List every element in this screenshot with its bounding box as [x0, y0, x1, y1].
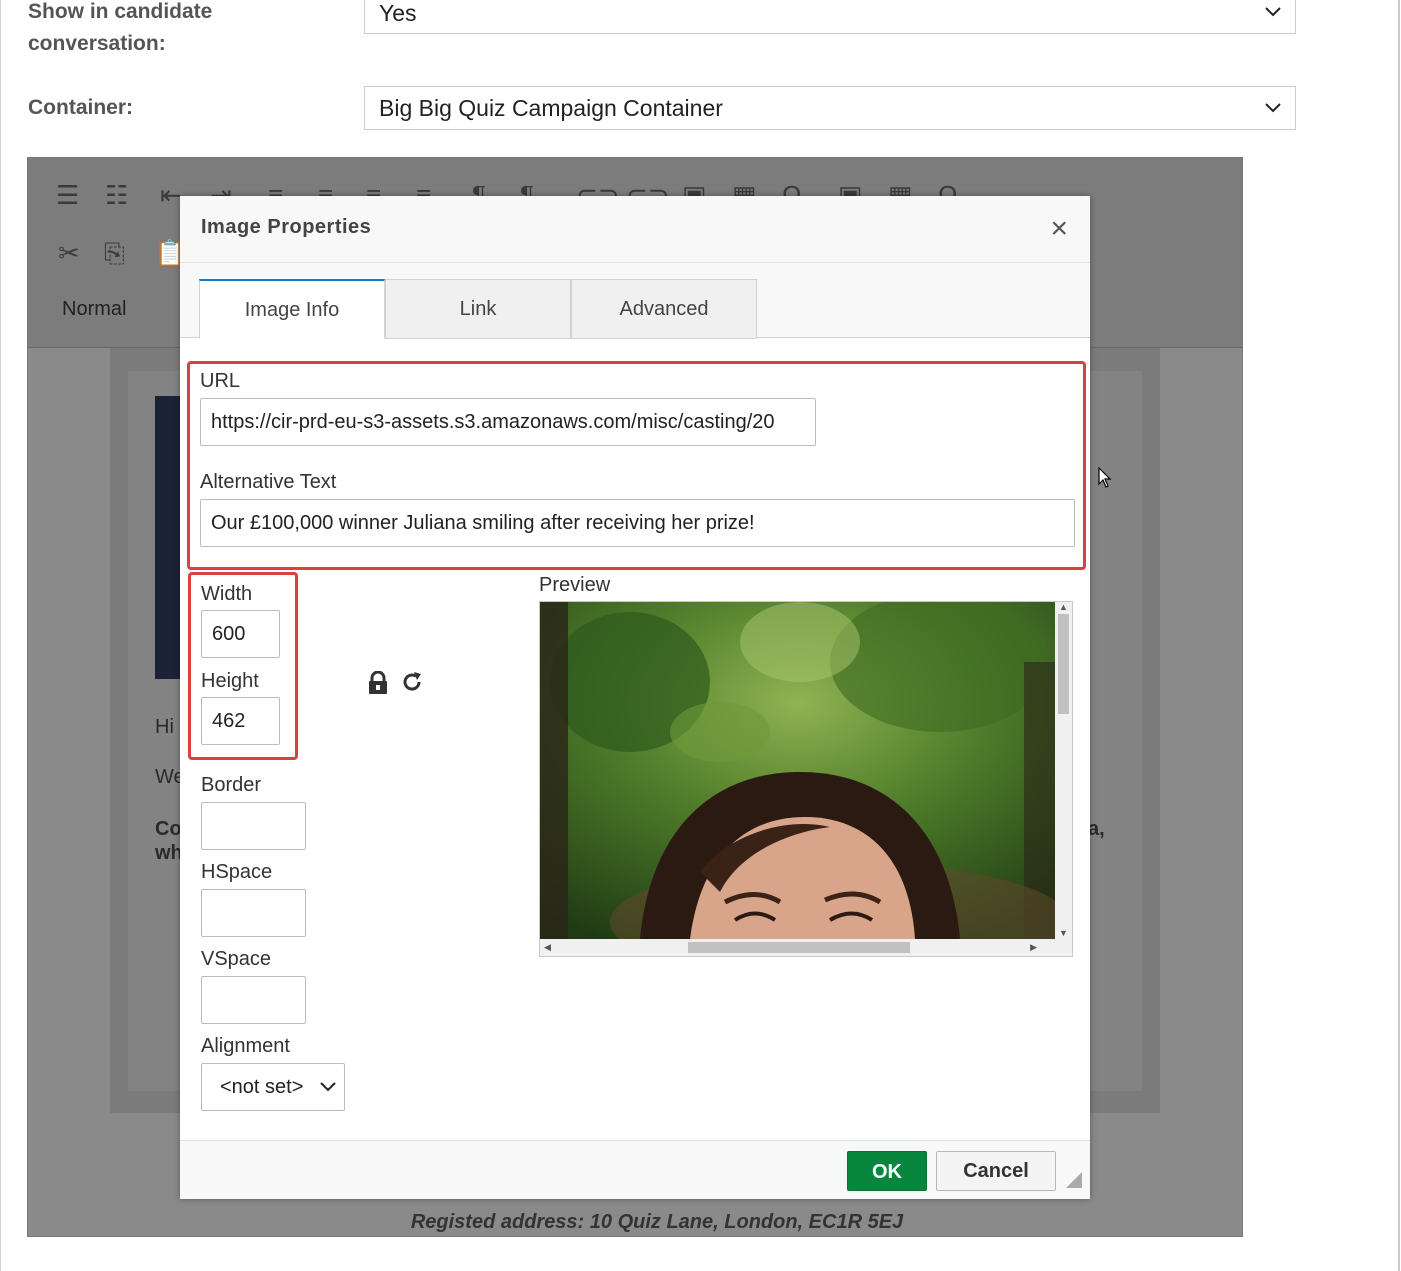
tab-link[interactable]: Link — [385, 279, 571, 339]
alignment-label: Alignment — [201, 1035, 290, 1057]
width-label: Width — [201, 583, 253, 605]
chevron-down-icon — [1265, 87, 1281, 129]
width-input[interactable]: 600 — [201, 610, 280, 658]
dialog-tabs: Image Info Link Advanced — [180, 263, 1090, 339]
container-label: Container: — [28, 96, 133, 119]
url-input[interactable]: https://cir-prd-eu-s3-assets.s3.amazonaw… — [200, 398, 816, 446]
preview-label: Preview — [539, 574, 611, 596]
mouse-cursor-icon — [1098, 466, 1112, 494]
scroll-thumb[interactable] — [688, 942, 910, 953]
chevron-down-icon — [1265, 0, 1281, 33]
format-dropdown[interactable]: Normal — [62, 298, 126, 321]
close-icon[interactable]: × — [1050, 214, 1068, 244]
alt-text-label: Alternative Text — [200, 471, 337, 493]
scroll-left-icon[interactable]: ◀ — [544, 942, 551, 953]
vspace-input[interactable] — [201, 976, 306, 1024]
chevron-down-icon — [320, 1064, 336, 1110]
height-label: Height — [201, 670, 259, 692]
copy-icon[interactable]: ⎘ — [104, 240, 125, 266]
url-label: URL — [200, 370, 241, 392]
scroll-down-icon[interactable]: ▼ — [1059, 928, 1068, 938]
bulleted-list-icon[interactable]: ☷ — [105, 182, 128, 208]
resize-handle-icon[interactable] — [1066, 1172, 1082, 1193]
registered-address: Registed address: 10 Quiz Lane, London, … — [410, 1211, 904, 1233]
hspace-input[interactable] — [201, 889, 306, 937]
scroll-right-icon[interactable]: ▶ — [1030, 942, 1037, 953]
image-properties-dialog: Image Properties × Image Info Link Advan… — [180, 196, 1090, 1199]
body-text-fragment: a, — [1088, 818, 1105, 840]
show-in-conversation-label: Show in candidate conversation: — [28, 0, 213, 55]
page-right-border — [1398, 0, 1400, 1271]
height-input[interactable]: 462 — [201, 697, 280, 745]
hspace-label: HSpace — [201, 861, 273, 883]
border-label: Border — [201, 774, 262, 796]
ok-button[interactable]: OK — [847, 1151, 927, 1191]
dialog-footer: OK Cancel — [180, 1140, 1090, 1199]
page-left-border — [0, 0, 1, 1271]
image-preview: ▲ ▼ ◀ ▶ — [539, 601, 1073, 957]
preview-vertical-scrollbar[interactable]: ▲ ▼ — [1055, 602, 1072, 940]
body-text-fragment: wh — [155, 842, 183, 864]
vspace-label: VSpace — [201, 948, 272, 970]
tab-advanced[interactable]: Advanced — [571, 279, 757, 339]
container-select[interactable]: Big Big Quiz Campaign Container — [364, 86, 1296, 130]
border-input[interactable] — [201, 802, 306, 850]
reset-size-icon[interactable] — [400, 670, 424, 699]
preview-photo — [540, 602, 1056, 939]
body-text-fragment: Co — [155, 818, 182, 840]
cancel-button[interactable]: Cancel — [936, 1151, 1056, 1191]
outdent-icon[interactable]: ⇤ — [160, 182, 182, 208]
dialog-header: Image Properties × — [180, 196, 1090, 263]
numbered-list-icon[interactable]: ☰ — [56, 182, 79, 208]
preview-horizontal-scrollbar[interactable]: ◀ ▶ — [540, 939, 1057, 956]
scroll-up-icon[interactable]: ▲ — [1059, 602, 1068, 612]
tab-image-info[interactable]: Image Info — [199, 279, 385, 339]
alt-text-input[interactable]: Our £100,000 winner Juliana smiling afte… — [200, 499, 1075, 547]
scroll-thumb[interactable] — [1058, 614, 1069, 714]
alignment-select[interactable]: <not set> — [201, 1063, 345, 1111]
body-text-fragment: Hi — [155, 716, 174, 738]
lock-ratio-icon[interactable] — [367, 670, 389, 700]
show-in-conversation-select[interactable]: Yes — [364, 0, 1296, 34]
cut-icon[interactable]: ✂ — [58, 240, 80, 266]
dialog-title: Image Properties — [201, 216, 372, 238]
